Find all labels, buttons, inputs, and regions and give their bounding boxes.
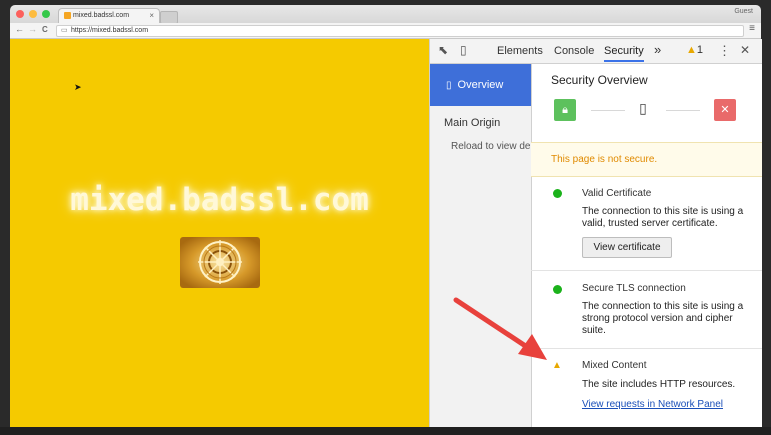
page-document-icon: ▯ [639,100,647,116]
secure-status-icon [553,285,562,294]
secure-status-icon [553,189,562,198]
security-item-title: Mixed Content [582,360,647,371]
not-secure-text: This page is not secure. [551,154,658,165]
sidebar-overview-label: Overview [457,79,504,91]
browser-tab[interactable]: mixed.badssl.com × [58,8,160,24]
sidebar-reload-hint: Reload to view de [451,141,531,152]
window-titlebar: mixed.badssl.com × Guest [10,5,761,24]
tab-console[interactable]: Console [554,45,594,57]
devtools-panel: ⬉ ▯ Elements Console Security » ▲1 ⋮ ✕ ▯… [429,39,762,427]
insecure-x-icon: ✕ [714,99,736,121]
sidebar-item-overview[interactable]: ▯ Overview [430,64,531,106]
page-heading: mixed.badssl.com [70,182,369,218]
mouse-cursor-icon: ➤ [74,82,82,92]
forward-icon[interactable]: → [28,24,37,34]
devtools-close-icon[interactable]: ✕ [740,43,750,57]
security-item-certificate: Valid Certificate The connection to this… [531,175,762,271]
address-bar[interactable]: ▭ https://mixed.badssl.com [56,25,744,37]
warning-badge[interactable]: ▲1 [686,44,703,56]
page-info-icon[interactable]: ▭ [61,26,68,36]
security-sidebar: ▯ Overview Main Origin Reload to view de [430,64,532,427]
warning-count: 1 [696,44,704,56]
not-secure-banner: This page is not secure. [531,142,762,177]
close-window-button[interactable] [16,10,24,18]
favicon-icon [64,12,71,19]
connector-line [591,110,625,111]
devtools-menu-icon[interactable]: ⋮ [718,43,731,59]
security-item-title: Secure TLS connection [582,283,686,294]
zoom-window-button[interactable] [42,10,50,18]
security-overview-panel: Security Overview 🔒︎ ▯ ✕ This page is no… [531,64,762,427]
web-page: ➤ mixed.badssl.com [10,39,429,427]
document-icon: ▯ [446,80,452,91]
device-toolbar-icon[interactable]: ▯ [460,43,467,57]
security-item-description: The connection to this site is using a v… [582,206,744,229]
security-item-tls: Secure TLS connection The connection to … [531,271,762,349]
profile-label[interactable]: Guest [734,8,753,15]
sidebar-main-origin: Main Origin [444,117,501,129]
warning-status-icon: ▲ [552,360,562,371]
screenshot-frame: mixed.badssl.com × Guest ← → C ▭ https:/… [0,0,771,435]
security-item-description: The connection to this site is using a s… [582,301,744,336]
view-requests-link[interactable]: View requests in Network Panel [582,399,723,410]
security-overview-heading: Security Overview [551,73,648,87]
connector-line [666,110,700,111]
more-tabs-icon[interactable]: » [654,42,661,57]
browser-menu-icon[interactable]: ≡ [749,23,755,34]
reload-icon[interactable]: C [42,25,48,34]
secure-lock-icon: 🔒︎ [554,99,576,121]
bottom-shadow [0,427,771,435]
tab-elements[interactable]: Elements [497,45,543,57]
back-icon[interactable]: ← [15,24,24,34]
devtools-toolbar: ⬉ ▯ Elements Console Security » ▲1 ⋮ ✕ [430,39,762,64]
tab-security[interactable]: Security [604,45,644,62]
browser-toolbar: ← → C ▭ https://mixed.badssl.com ≡ [10,23,761,39]
address-url: https://mixed.badssl.com [71,27,149,34]
tab-close-icon[interactable]: × [149,11,154,20]
tab-title: mixed.badssl.com [73,12,130,19]
security-item-mixed-content: ▲ Mixed Content The site includes HTTP r… [531,349,762,427]
mixed-content-image [180,237,260,288]
minimize-window-button[interactable] [29,10,37,18]
security-item-description: The site includes HTTP resources. [582,379,736,390]
warning-icon: ▲ [686,44,697,56]
security-item-title: Valid Certificate [582,188,652,199]
inspect-element-icon[interactable]: ⬉ [438,43,448,57]
view-certificate-button[interactable]: View certificate [582,237,672,258]
